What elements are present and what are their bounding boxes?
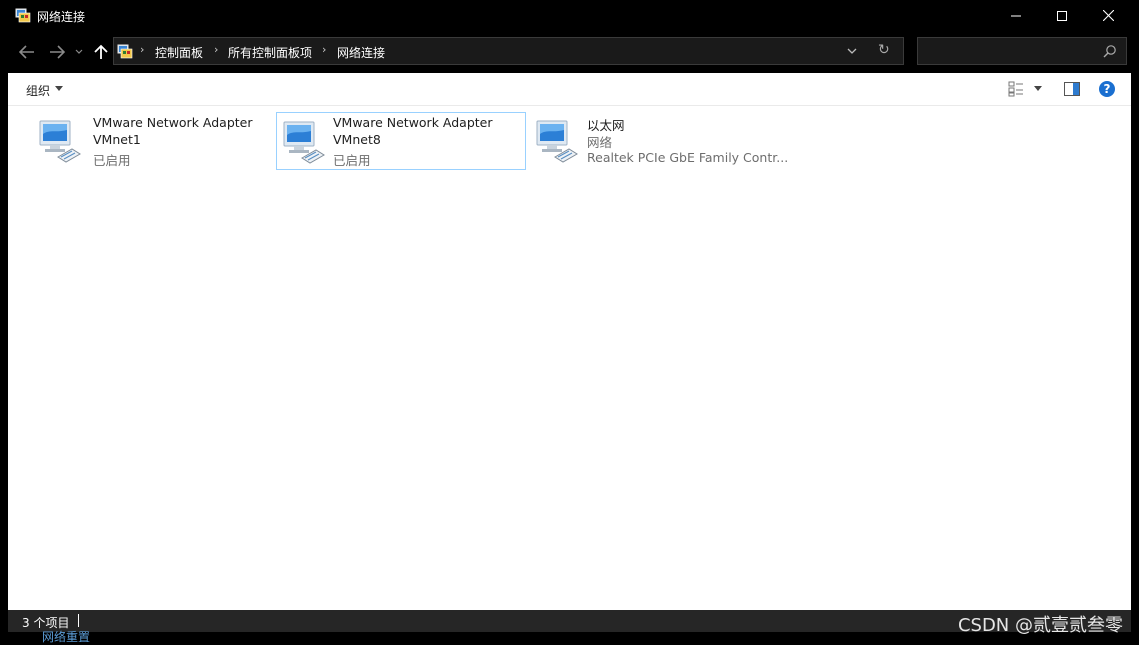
breadcrumb-all-items[interactable]: 所有控制面板项	[228, 44, 312, 61]
item-name-line2: VMnet1	[93, 132, 141, 147]
breadcrumb-separator: ›	[140, 43, 145, 56]
preview-pane-icon[interactable]	[1064, 82, 1080, 96]
control-panel-icon	[117, 44, 133, 59]
address-bar[interactable]: › 控制面板 › 所有控制面板项 › 网络连接 ↻	[113, 37, 904, 65]
back-arrow-icon	[19, 45, 34, 59]
minimize-icon	[1011, 15, 1021, 16]
chevron-down-icon[interactable]	[55, 86, 63, 91]
view-options-icon[interactable]	[1008, 81, 1024, 97]
up-arrow-icon	[94, 44, 108, 59]
network-adapter-icon	[283, 121, 325, 164]
status-divider	[78, 614, 79, 627]
item-network: 网络	[587, 135, 613, 150]
breadcrumb-control-panel[interactable]: 控制面板	[155, 44, 203, 61]
forward-arrow-icon	[50, 45, 65, 59]
network-adapter-item-selected[interactable]: VMware Network Adapter VMnet8 已启用	[276, 112, 526, 170]
item-name-line2: VMnet8	[333, 132, 381, 147]
network-connections-icon	[15, 8, 31, 23]
window-title: 网络连接	[37, 10, 86, 24]
close-icon	[1102, 10, 1114, 21]
background-link: 网络重置	[42, 630, 91, 644]
minimize-button[interactable]	[993, 0, 1039, 31]
command-bar: 组织 ?	[8, 73, 1131, 106]
item-name: VMware Network Adapter	[93, 115, 253, 130]
search-input[interactable]	[917, 37, 1127, 65]
network-adapter-icon	[536, 120, 578, 163]
close-button[interactable]	[1085, 0, 1131, 31]
chevron-down-icon[interactable]	[846, 44, 858, 58]
forward-button[interactable]	[46, 41, 68, 63]
background-window-strip: 网络重置	[0, 630, 900, 644]
item-status: 已启用	[333, 153, 371, 168]
search-icon	[1103, 45, 1116, 58]
chevron-down-icon[interactable]	[1034, 86, 1042, 91]
recent-dropdown-icon	[75, 49, 83, 54]
item-device: Realtek PCIe GbE Family Contr...	[587, 150, 789, 165]
content-pane: 组织 ? VMware Network Adapter VMnet1 已启用 V…	[8, 73, 1131, 610]
recent-locations-button[interactable]	[70, 41, 88, 63]
maximize-button[interactable]	[1039, 0, 1085, 31]
up-button[interactable]	[90, 41, 112, 63]
maximize-icon	[1057, 10, 1067, 21]
back-button[interactable]	[16, 41, 38, 63]
network-adapter-item[interactable]: 以太网 网络 Realtek PCIe GbE Family Contr...	[530, 112, 788, 170]
help-icon[interactable]: ?	[1099, 81, 1115, 97]
title-bar: 网络连接	[0, 0, 1139, 31]
breadcrumb-separator[interactable]: ›	[322, 43, 326, 56]
network-adapter-icon	[39, 120, 81, 163]
navigation-bar: › 控制面板 › 所有控制面板项 › 网络连接 ↻	[0, 31, 1139, 73]
organize-button[interactable]: 组织	[26, 82, 50, 99]
watermark: CSDN @贰壹贰叁零	[957, 615, 1123, 636]
item-name: VMware Network Adapter	[333, 115, 493, 130]
network-adapter-item[interactable]: VMware Network Adapter VMnet1 已启用	[22, 112, 272, 170]
item-status: 已启用	[93, 153, 131, 168]
breadcrumb-network-connections[interactable]: 网络连接	[337, 44, 385, 61]
explorer-window: 网络连接 › 控制面板 › 所有控制面板项 › 网络连接 ↻ 组织 ? VMwa…	[0, 0, 1139, 644]
breadcrumb-separator[interactable]: ›	[214, 43, 218, 56]
refresh-icon[interactable]: ↻	[878, 42, 890, 58]
